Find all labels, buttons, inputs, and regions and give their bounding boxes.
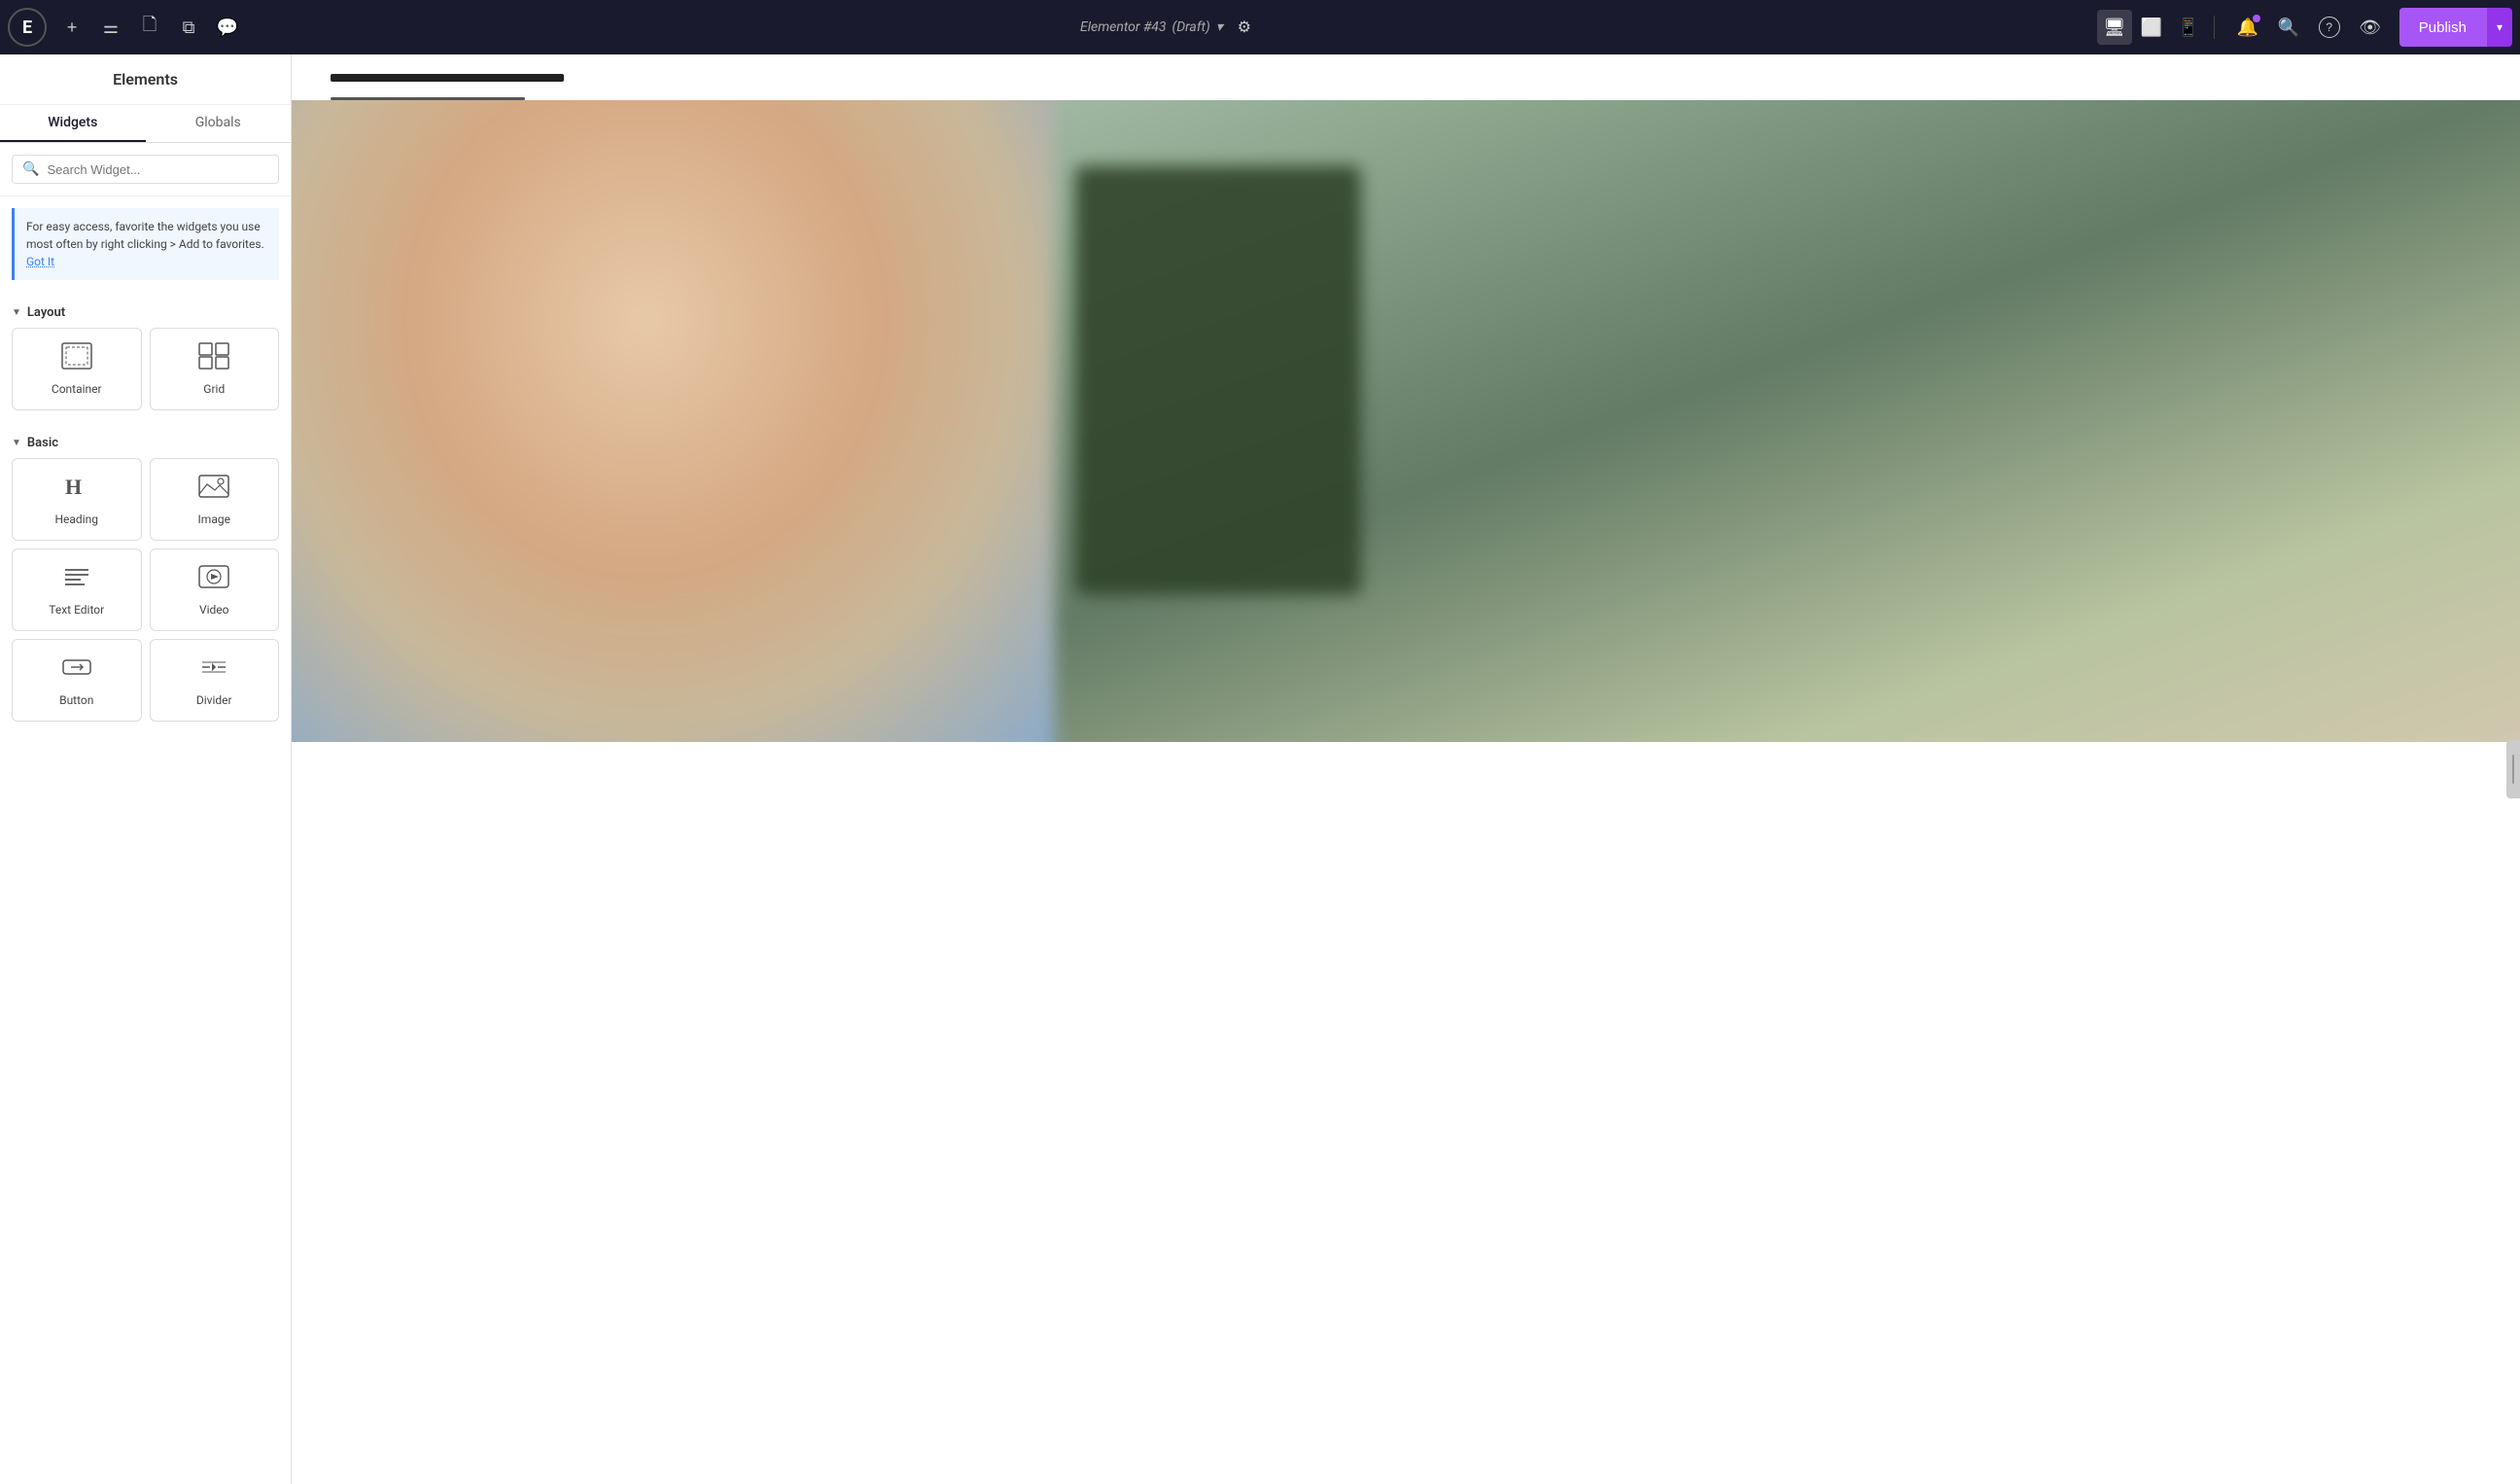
widget-video-label: Video xyxy=(199,603,229,617)
basic-section-header[interactable]: ▼ Basic xyxy=(0,422,291,458)
notification-dot xyxy=(2253,15,2260,22)
heading-icon: H xyxy=(61,473,92,505)
tablet-view-button[interactable]: ⬜ xyxy=(2134,10,2169,45)
widget-text-editor-label: Text Editor xyxy=(49,603,104,617)
sidebar: Elements Widgets Globals 🔍 For easy acce… xyxy=(0,54,292,1484)
layout-section-header[interactable]: ▼ Layout xyxy=(0,292,291,328)
video-icon xyxy=(198,563,229,595)
notifications-button[interactable]: 🔔 xyxy=(2230,10,2265,45)
image-icon xyxy=(198,473,229,505)
widget-image-label: Image xyxy=(198,512,230,526)
chevron-down-icon: ▾ xyxy=(2497,20,2502,34)
widget-divider-label: Divider xyxy=(196,693,232,707)
search-input[interactable] xyxy=(47,162,268,177)
comment-icon: 💬 xyxy=(217,18,238,38)
button-icon xyxy=(61,654,92,686)
document-icon: 🗋 xyxy=(143,13,157,42)
comments-button[interactable]: 💬 xyxy=(210,10,245,45)
help-icon: ? xyxy=(2319,17,2340,38)
layers-icon: ⧉ xyxy=(183,18,195,38)
settings-button[interactable]: ⚙ xyxy=(1227,10,1262,45)
widget-button[interactable]: Button xyxy=(12,639,142,722)
widget-container[interactable]: Container xyxy=(12,328,142,410)
canvas-header xyxy=(292,54,2520,100)
topbar-divider xyxy=(2214,16,2215,39)
topbar: E + ⚌ 🗋 ⧉ 💬 Elementor #43 (Draft) ▾ ⚙ 🖥 … xyxy=(0,0,2520,54)
desktop-icon: 🖥 xyxy=(2103,18,2125,38)
widget-image[interactable]: Image xyxy=(150,458,280,541)
widget-heading-label: Heading xyxy=(54,512,98,526)
widget-grid[interactable]: Grid xyxy=(150,328,280,410)
widget-text-editor[interactable]: Text Editor xyxy=(12,548,142,631)
search-icon: 🔍 xyxy=(2278,18,2299,38)
tablet-icon: ⬜ xyxy=(2141,18,2162,38)
widget-grid-label: Grid xyxy=(203,382,225,396)
canvas-area xyxy=(292,54,2520,1484)
tab-globals[interactable]: Globals xyxy=(146,105,292,142)
templates-button[interactable]: 🗋 xyxy=(132,10,167,45)
preview-button[interactable]: 👁 xyxy=(2353,10,2388,45)
widget-divider[interactable]: Divider xyxy=(150,639,280,722)
handle-line xyxy=(2512,755,2514,784)
divider-icon xyxy=(198,654,229,686)
widget-button-label: Button xyxy=(59,693,93,707)
mobile-icon: 📱 xyxy=(2178,18,2199,38)
got-it-link[interactable]: Got It xyxy=(26,255,54,268)
gear-icon: ⚙ xyxy=(1238,18,1251,37)
widget-video[interactable]: Video xyxy=(150,548,280,631)
title-chevron-icon[interactable]: ▾ xyxy=(1216,19,1223,35)
container-icon xyxy=(61,342,92,374)
chevron-icon: ▼ xyxy=(12,438,21,448)
publish-dropdown-button[interactable]: ▾ xyxy=(2486,8,2512,47)
layout-section-label: Layout xyxy=(27,305,65,320)
basic-section-label: Basic xyxy=(27,436,58,450)
eye-icon: 👁 xyxy=(2359,18,2381,38)
blurred-bg xyxy=(292,100,2520,742)
canvas-blurred-section xyxy=(292,100,2520,742)
sidebar-tabs: Widgets Globals xyxy=(0,105,291,143)
widget-heading[interactable]: H Heading xyxy=(12,458,142,541)
elementor-logo[interactable]: E xyxy=(8,8,47,47)
customize-button[interactable]: ⚌ xyxy=(93,10,128,45)
mobile-view-button[interactable]: 📱 xyxy=(2171,10,2206,45)
publish-button[interactable]: Publish xyxy=(2399,8,2486,47)
layout-widgets-grid: Container Grid xyxy=(0,328,291,422)
svg-text:H: H xyxy=(65,475,82,499)
search-button[interactable]: 🔍 xyxy=(2271,10,2306,45)
desktop-view-button[interactable]: 🖥 xyxy=(2097,10,2132,45)
widget-search-box: 🔍 xyxy=(0,143,291,196)
sidebar-title: Elements xyxy=(0,54,291,105)
canvas-inner xyxy=(292,54,2520,1484)
chevron-icon: ▼ xyxy=(12,307,21,318)
text-editor-icon xyxy=(61,563,92,595)
grid-icon xyxy=(198,342,229,374)
help-button[interactable]: ? xyxy=(2312,10,2347,45)
basic-widgets-grid: H Heading Image xyxy=(0,458,291,733)
canvas-heading-line xyxy=(331,74,564,82)
document-title: Elementor #43 (Draft) ▾ xyxy=(1080,19,1223,35)
content-card xyxy=(1075,166,1361,595)
main-layout: Elements Widgets Globals 🔍 For easy acce… xyxy=(0,54,2520,1484)
tab-widgets[interactable]: Widgets xyxy=(0,105,146,142)
search-icon: 🔍 xyxy=(22,161,39,177)
widget-container-label: Container xyxy=(52,382,102,396)
layers-button[interactable]: ⧉ xyxy=(171,10,206,45)
add-element-button[interactable]: + xyxy=(54,10,89,45)
plus-icon: + xyxy=(67,18,78,38)
view-mode-switcher: 🖥 ⬜ 📱 xyxy=(2097,10,2206,45)
tip-banner: For easy access, favorite the widgets yo… xyxy=(12,208,279,280)
sliders-icon: ⚌ xyxy=(103,18,119,38)
topbar-actions: 🔔 🔍 ? 👁 xyxy=(2230,10,2388,45)
search-input-wrap[interactable]: 🔍 xyxy=(12,155,279,184)
canvas-resize-handle[interactable] xyxy=(2506,740,2520,798)
face-element xyxy=(292,100,1055,742)
